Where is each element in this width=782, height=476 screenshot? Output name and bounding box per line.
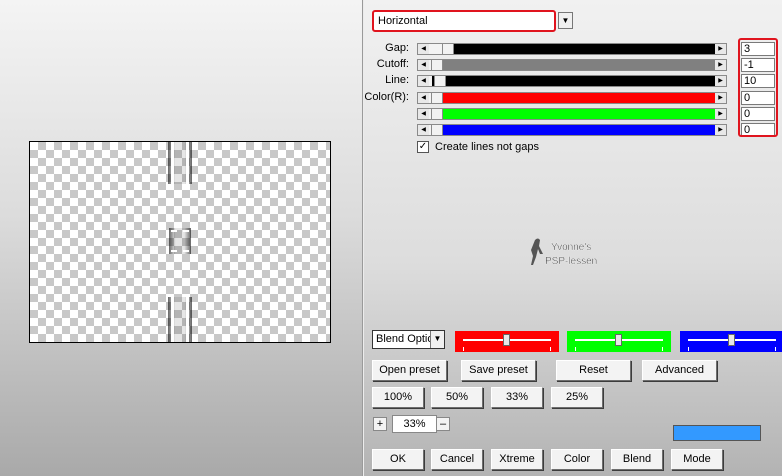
color-swatch[interactable] bbox=[673, 425, 761, 441]
zoom-in-button[interactable]: + bbox=[373, 417, 387, 431]
check-icon: ✓ bbox=[418, 141, 428, 152]
blend-button[interactable]: Blend bbox=[611, 449, 663, 470]
slider-fill bbox=[443, 60, 715, 70]
slider-thumb[interactable] bbox=[431, 59, 443, 71]
blend-options-select[interactable]: Blend Options ▼ bbox=[372, 330, 445, 349]
slider-thumb[interactable] bbox=[442, 43, 454, 55]
arrow-left-icon[interactable]: ◀ bbox=[418, 76, 429, 86]
slider-row: Cutoff: ◀ ▶ -1 bbox=[364, 58, 782, 72]
arrow-left-icon[interactable]: ◀ bbox=[418, 44, 429, 54]
zoom-level-field[interactable]: 33% bbox=[392, 415, 437, 433]
slider-track[interactable]: ◀ ▶ bbox=[417, 108, 727, 120]
color-level-tick bbox=[463, 347, 464, 351]
preview-canvas[interactable] bbox=[29, 141, 331, 343]
arrow-right-icon[interactable]: ▶ bbox=[715, 93, 726, 103]
color-level-knob[interactable] bbox=[615, 334, 622, 346]
slider-row: Line: ◀ ▶ 10 bbox=[364, 74, 782, 88]
color-level-tick bbox=[550, 347, 551, 351]
arrow-right-icon[interactable]: ▶ bbox=[715, 109, 726, 119]
slider-label: Line: bbox=[385, 74, 409, 86]
create-lines-checkbox[interactable]: ✓ bbox=[417, 141, 429, 153]
slider-thumb[interactable] bbox=[431, 124, 443, 136]
color-level-tick bbox=[662, 347, 663, 351]
slider-fill bbox=[454, 44, 715, 54]
color-level-tick bbox=[688, 347, 689, 351]
color-level-tick bbox=[775, 347, 776, 351]
color-level-tick bbox=[575, 347, 576, 351]
slider-track[interactable]: ◀ ▶ bbox=[417, 43, 727, 55]
slider-track[interactable]: ◀ ▶ bbox=[417, 59, 727, 71]
color-level-slider[interactable] bbox=[680, 331, 782, 352]
arrow-right-icon[interactable]: ▶ bbox=[715, 76, 726, 86]
watermark-logo: Yvonne's PSP-lessen bbox=[531, 238, 597, 267]
value-highlight-frame bbox=[738, 38, 778, 137]
slider-track[interactable]: ◀ ▶ bbox=[417, 124, 727, 136]
zoom-out-button[interactable]: – bbox=[436, 417, 450, 431]
advanced-button[interactable]: Advanced bbox=[642, 360, 717, 381]
slider-fill bbox=[443, 125, 715, 135]
preset-select[interactable]: Horizontal bbox=[372, 10, 556, 32]
arrow-right-icon[interactable]: ▶ bbox=[715, 60, 726, 70]
create-lines-label: Create lines not gaps bbox=[435, 141, 539, 153]
zoom-25-button[interactable]: 25% bbox=[551, 387, 603, 408]
zoom-33-button[interactable]: 33% bbox=[491, 387, 543, 408]
cancel-button[interactable]: Cancel bbox=[431, 449, 483, 470]
slider-fill bbox=[443, 93, 715, 103]
ok-button[interactable]: OK bbox=[372, 449, 424, 470]
slider-row: ◀ ▶ 0 bbox=[364, 123, 782, 137]
slider-fill bbox=[432, 76, 715, 86]
preview-graphic bbox=[168, 142, 192, 342]
slider-label: Gap: bbox=[385, 42, 409, 54]
reset-button[interactable]: Reset bbox=[556, 360, 631, 381]
xtreme-button[interactable]: Xtreme bbox=[491, 449, 543, 470]
blend-options-value: Blend Options bbox=[376, 333, 431, 345]
controls-pane: Horizontal ▼ Gap: ◀ ▶ 3 Cutoff: ◀ ▶ -1 Line: ◀ ▶ 10… bbox=[364, 0, 782, 476]
color-level-knob[interactable] bbox=[503, 334, 510, 346]
slider-track[interactable]: ◀ ▶ bbox=[417, 92, 727, 104]
color-level-knob[interactable] bbox=[728, 334, 735, 346]
color-level-slider[interactable] bbox=[567, 331, 671, 352]
slider-track[interactable]: ◀ ▶ bbox=[417, 75, 727, 87]
slider-fill bbox=[443, 109, 715, 119]
slider-thumb[interactable] bbox=[434, 75, 446, 87]
slider-label: Cutoff: bbox=[376, 58, 409, 70]
slider-row: Gap: ◀ ▶ 3 bbox=[364, 42, 782, 56]
mode-button[interactable]: Mode bbox=[671, 449, 723, 470]
zoom-100-button[interactable]: 100% bbox=[372, 387, 424, 408]
chevron-down-icon[interactable]: ▼ bbox=[430, 331, 444, 348]
arrow-right-icon[interactable]: ▶ bbox=[715, 44, 726, 54]
slider-thumb[interactable] bbox=[431, 92, 443, 104]
arrow-right-icon[interactable]: ▶ bbox=[715, 125, 726, 135]
slider-row: ◀ ▶ 0 bbox=[364, 107, 782, 121]
color-button[interactable]: Color bbox=[551, 449, 603, 470]
arrow-left-icon[interactable]: ◀ bbox=[418, 60, 429, 70]
chevron-down-icon[interactable]: ▼ bbox=[558, 12, 573, 29]
watermark-line2: PSP-lessen bbox=[545, 256, 597, 267]
watermark-line1: Yvonne's bbox=[551, 242, 591, 253]
preset-select-value: Horizontal bbox=[378, 15, 428, 27]
zoom-50-button[interactable]: 50% bbox=[431, 387, 483, 408]
color-level-slider[interactable] bbox=[455, 331, 559, 352]
save-preset-button[interactable]: Save preset bbox=[461, 360, 536, 381]
slider-row: Color(R): ◀ ▶ 0 bbox=[364, 91, 782, 105]
slider-thumb[interactable] bbox=[431, 108, 443, 120]
open-preset-button[interactable]: Open preset bbox=[372, 360, 447, 381]
slider-label: Color(R): bbox=[364, 91, 409, 103]
arrow-left-icon[interactable]: ◀ bbox=[418, 109, 429, 119]
preview-pane bbox=[0, 0, 363, 476]
arrow-left-icon[interactable]: ◀ bbox=[418, 93, 429, 103]
arrow-left-icon[interactable]: ◀ bbox=[418, 125, 429, 135]
